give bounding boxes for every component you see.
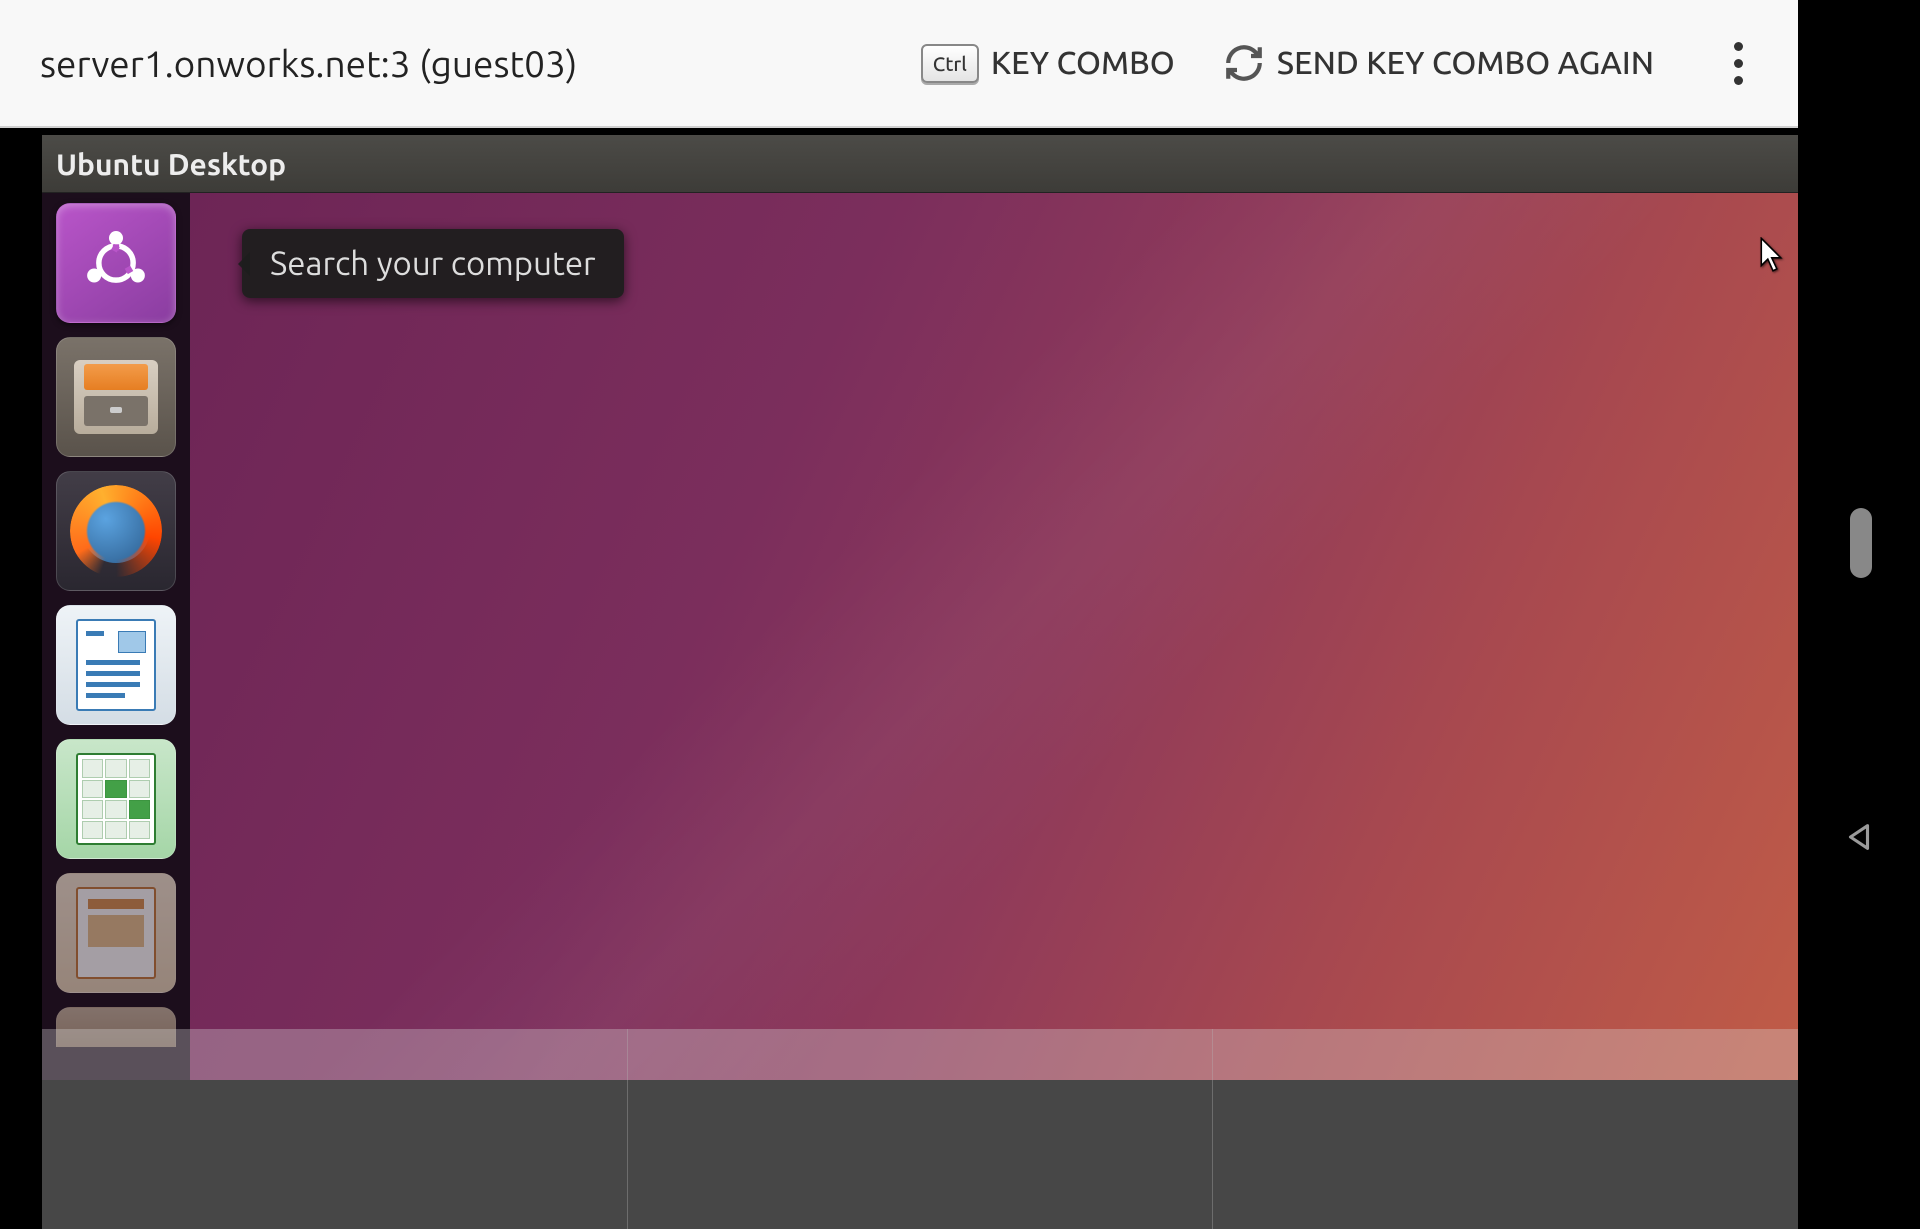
touch-keyboard-overlay[interactable] — [42, 1029, 1798, 1229]
presentation-icon — [76, 887, 156, 979]
launcher-dash[interactable] — [56, 203, 176, 323]
window-title: Ubuntu Desktop — [56, 147, 286, 181]
launcher-libreoffice-impress[interactable] — [56, 873, 176, 993]
dot-icon — [1734, 42, 1743, 51]
ctrl-key-icon: Ctrl — [921, 44, 979, 83]
document-icon — [76, 619, 156, 711]
file-cabinet-icon — [74, 360, 158, 434]
launcher-libreoffice-writer[interactable] — [56, 605, 176, 725]
desktop-wallpaper[interactable] — [190, 193, 1798, 1080]
dot-icon — [1734, 59, 1743, 68]
firefox-icon — [70, 485, 162, 577]
launcher-tooltip: Search your computer — [242, 229, 624, 298]
send-again-label: SEND KEY COMBO AGAIN — [1277, 45, 1654, 81]
app-toolbar: server1.onworks.net:3 (guest03) Ctrl KEY… — [0, 0, 1798, 128]
refresh-icon — [1223, 42, 1265, 84]
android-back-button[interactable] — [1842, 820, 1876, 854]
spreadsheet-icon — [76, 753, 156, 845]
server-address-label: server1.onworks.net:3 (guest03) — [40, 43, 887, 84]
launcher-libreoffice-calc[interactable] — [56, 739, 176, 859]
dot-icon — [1734, 76, 1743, 85]
launcher-files[interactable] — [56, 337, 176, 457]
title-bar[interactable]: Ubuntu Desktop — [42, 135, 1798, 193]
send-key-combo-again-button[interactable]: SEND KEY COMBO AGAIN — [1209, 34, 1668, 92]
desktop-body: Search your computer — [42, 193, 1798, 1080]
mouse-cursor-icon — [1760, 237, 1786, 273]
more-menu-button[interactable] — [1718, 35, 1758, 91]
triangle-back-icon — [1842, 820, 1876, 854]
app-container: server1.onworks.net:3 (guest03) Ctrl KEY… — [0, 0, 1798, 1080]
key-combo-button[interactable]: Ctrl KEY COMBO — [907, 36, 1189, 91]
unity-launcher — [42, 193, 190, 1080]
device-right-bezel — [1798, 0, 1920, 1080]
vnc-viewport[interactable]: Ubuntu Desktop — [0, 131, 1798, 1080]
key-combo-label: KEY COMBO — [991, 45, 1175, 81]
scrollbar-thumb[interactable] — [1850, 508, 1872, 578]
ubuntu-desktop-window: Ubuntu Desktop — [42, 135, 1798, 1080]
launcher-firefox[interactable] — [56, 471, 176, 591]
ubuntu-logo-icon — [77, 224, 155, 302]
